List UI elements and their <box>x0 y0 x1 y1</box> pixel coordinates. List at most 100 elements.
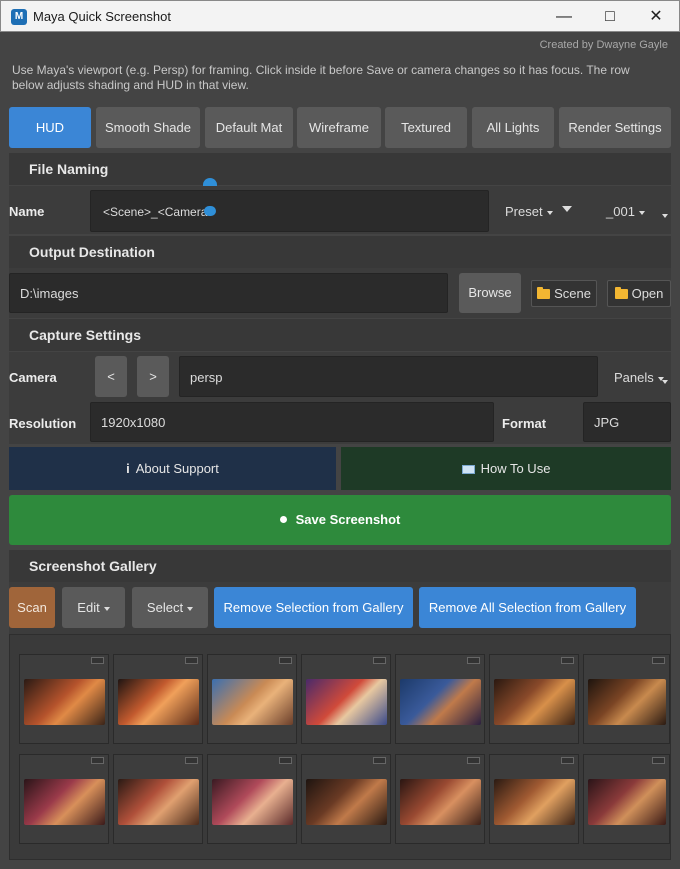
gallery-thumbnail[interactable] <box>113 654 203 744</box>
gallery-thumbnail[interactable] <box>19 754 109 844</box>
output-path-field[interactable]: D:\images <box>9 273 448 313</box>
resolution-field[interactable]: 1920x1080 <box>90 402 494 442</box>
browse-button[interactable]: Browse <box>459 273 521 313</box>
wireframe-button[interactable]: Wireframe <box>297 107 381 148</box>
thumbnail-checkbox[interactable] <box>652 757 665 764</box>
chevron-down-icon <box>103 606 110 611</box>
camera-label: Camera <box>9 370 57 385</box>
select-menu-button[interactable]: Select <box>132 587 208 628</box>
preset-menu-icon[interactable] <box>562 206 572 212</box>
help-text: Use Maya's viewport (e.g. Persp) for fra… <box>12 63 630 92</box>
thumbnail-image <box>494 679 575 725</box>
title-bar: M Maya Quick Screenshot — □ ✕ <box>0 0 680 32</box>
preset-label: Preset <box>505 204 543 219</box>
close-icon[interactable]: ✕ <box>633 1 679 32</box>
hud-button[interactable]: HUD <box>9 107 91 148</box>
book-icon <box>461 465 475 474</box>
thumbnail-checkbox[interactable] <box>91 757 104 764</box>
gallery-thumbnail[interactable] <box>301 754 391 844</box>
output-destination-header: Output Destination <box>9 236 671 268</box>
chevron-down-icon <box>638 210 645 215</box>
name-field[interactable]: <Scene>_<Camera> <box>90 190 489 232</box>
all-lights-button[interactable]: All Lights <box>472 107 554 148</box>
how-to-use-button[interactable]: How To Use <box>341 447 671 490</box>
howto-label: How To Use <box>480 461 551 476</box>
thumbnail-image <box>588 779 666 825</box>
chevron-down-icon <box>187 606 194 611</box>
about-label: About Support <box>135 461 219 476</box>
panels-label: Panels <box>614 370 654 385</box>
gallery-thumbnail[interactable] <box>19 654 109 744</box>
thumbnail-checkbox[interactable] <box>279 657 292 664</box>
remove-all-selection-button[interactable]: Remove All Selection from Gallery <box>419 587 636 628</box>
edit-menu-button[interactable]: Edit <box>62 587 125 628</box>
thumbnail-checkbox[interactable] <box>561 757 574 764</box>
text-cursor-handle <box>203 178 217 186</box>
corner-arrow-icon <box>662 214 668 218</box>
folder-icon <box>614 287 628 299</box>
thumbnail-image <box>494 779 575 825</box>
thumbnail-image <box>212 679 293 725</box>
preset-dropdown[interactable]: Preset <box>505 204 553 219</box>
open-label: Open <box>631 286 664 301</box>
resolution-label: Resolution <box>9 416 77 431</box>
chevron-down-icon <box>546 210 553 215</box>
thumbnail-image <box>24 679 105 725</box>
gallery-thumbnail[interactable] <box>583 654 670 744</box>
thumbnail-checkbox[interactable] <box>467 657 480 664</box>
gallery-thumbnail[interactable] <box>207 654 297 744</box>
scan-button[interactable]: Scan <box>9 587 55 628</box>
thumbnail-image <box>306 679 387 725</box>
save-label: Save Screenshot <box>295 512 401 527</box>
prev-camera-button[interactable]: < <box>95 356 127 397</box>
thumbnail-checkbox[interactable] <box>185 657 198 664</box>
folder-icon <box>537 287 551 299</box>
gallery-thumbnail[interactable] <box>301 654 391 744</box>
textured-button[interactable]: Textured <box>385 107 467 148</box>
smooth-shade-button[interactable]: Smooth Shade <box>96 107 200 148</box>
credit-text: Created by Dwayne Gayle <box>539 39 668 51</box>
default-mat-button[interactable]: Default Mat <box>205 107 293 148</box>
render-settings-button[interactable]: Render Settings <box>559 107 671 148</box>
thumbnail-image <box>118 679 199 725</box>
thumbnail-image <box>400 779 481 825</box>
about-support-button[interactable]: i About Support <box>9 447 336 490</box>
gallery-thumbnail[interactable] <box>489 654 579 744</box>
save-screenshot-button[interactable]: Save Screenshot <box>9 495 671 545</box>
format-label: Format <box>502 416 547 431</box>
thumbnail-checkbox[interactable] <box>561 657 574 664</box>
thumbnail-checkbox[interactable] <box>185 757 198 764</box>
gallery-thumbnail[interactable] <box>395 754 485 844</box>
thumbnail-checkbox[interactable] <box>652 657 665 664</box>
thumbnail-image <box>306 779 387 825</box>
gallery-thumbnail[interactable] <box>583 754 670 844</box>
thumbnail-image <box>400 679 481 725</box>
open-folder-button[interactable]: Open <box>607 280 671 307</box>
camera-field[interactable]: persp <box>179 356 598 397</box>
maximize-icon[interactable]: □ <box>587 1 633 32</box>
minimize-icon[interactable]: — <box>541 1 587 32</box>
next-camera-button[interactable]: > <box>137 356 169 397</box>
thumbnail-checkbox[interactable] <box>467 757 480 764</box>
thumbnail-checkbox[interactable] <box>279 757 292 764</box>
info-icon: i <box>126 461 130 476</box>
thumbnail-image <box>24 779 105 825</box>
scene-folder-button[interactable]: Scene <box>531 280 597 307</box>
thumbnail-image <box>118 779 199 825</box>
suffix-dropdown[interactable]: _001 <box>606 204 645 219</box>
thumbnail-image <box>588 679 666 725</box>
thumbnail-checkbox[interactable] <box>91 657 104 664</box>
gallery-thumbnail[interactable] <box>395 654 485 744</box>
select-label: Select <box>146 600 184 615</box>
panels-dropdown[interactable]: Panels <box>614 370 664 385</box>
gallery-thumbnail[interactable] <box>113 754 203 844</box>
name-label: Name <box>9 204 45 219</box>
corner-arrow-icon <box>662 380 668 384</box>
thumbnail-checkbox[interactable] <box>373 757 386 764</box>
gallery-thumbnail[interactable] <box>207 754 297 844</box>
remove-selection-button[interactable]: Remove Selection from Gallery <box>214 587 413 628</box>
format-field[interactable]: JPG <box>583 402 671 442</box>
gallery-header: Screenshot Gallery <box>9 550 671 582</box>
thumbnail-checkbox[interactable] <box>373 657 386 664</box>
gallery-thumbnail[interactable] <box>489 754 579 844</box>
